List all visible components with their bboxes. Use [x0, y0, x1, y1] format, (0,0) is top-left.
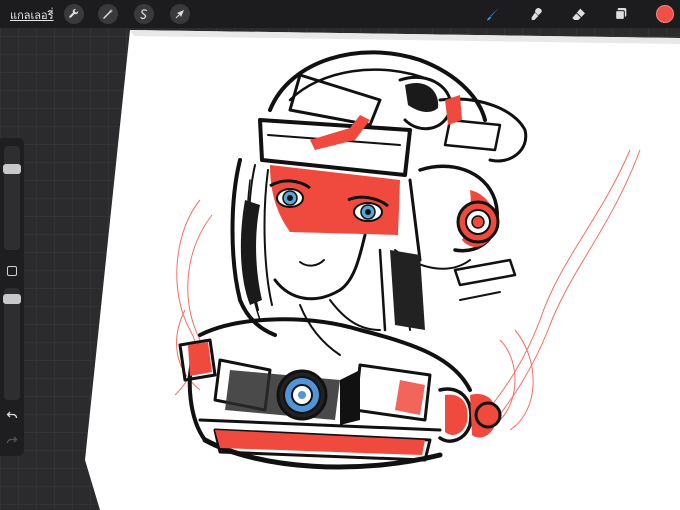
left-sidebar — [0, 138, 24, 456]
smudge-button[interactable] — [528, 5, 546, 23]
wrench-icon — [69, 8, 79, 18]
eraser-icon — [572, 8, 585, 20]
redo-arrow-icon — [6, 436, 18, 444]
layers-button[interactable] — [612, 5, 630, 23]
red-swoosh-lines — [174, 149, 641, 431]
brush-icon — [487, 7, 499, 21]
side-nub — [474, 401, 502, 429]
brush-size-slider-thumb[interactable] — [3, 164, 21, 174]
magic-wand-icon — [103, 9, 113, 19]
modify-button[interactable] — [7, 266, 17, 276]
eyes — [269, 179, 389, 222]
headphone-disc — [456, 200, 500, 244]
red-accents — [188, 95, 497, 455]
color-picker-button[interactable] — [656, 5, 674, 23]
transform-button[interactable] — [170, 4, 190, 24]
gallery-link[interactable]: แกลเลอรี่ — [10, 6, 54, 24]
smudge-icon — [531, 8, 542, 20]
selection-s-icon — [140, 9, 148, 20]
brush-size-slider[interactable] — [3, 146, 21, 250]
eraser-button[interactable] — [570, 5, 588, 23]
ink-shading — [225, 82, 439, 425]
redo-button[interactable] — [5, 433, 19, 447]
top-toolbar: แกลเลอรี่ — [0, 0, 680, 28]
undo-arrow-icon — [6, 411, 18, 419]
chest-core-lens — [276, 369, 328, 421]
character-sketch — [178, 50, 528, 470]
canvas-paper[interactable] — [85, 30, 680, 510]
opacity-slider[interactable] — [3, 288, 21, 400]
brush-button[interactable] — [484, 5, 502, 23]
layers-icon — [615, 8, 627, 20]
actions-button[interactable] — [64, 4, 84, 24]
arrow-cursor-icon — [175, 10, 184, 19]
adjustments-button[interactable] — [98, 4, 118, 24]
drawing-canvas[interactable] — [0, 0, 680, 510]
opacity-slider-thumb[interactable] — [3, 294, 21, 304]
selection-button[interactable] — [134, 4, 154, 24]
undo-button[interactable] — [5, 408, 19, 422]
